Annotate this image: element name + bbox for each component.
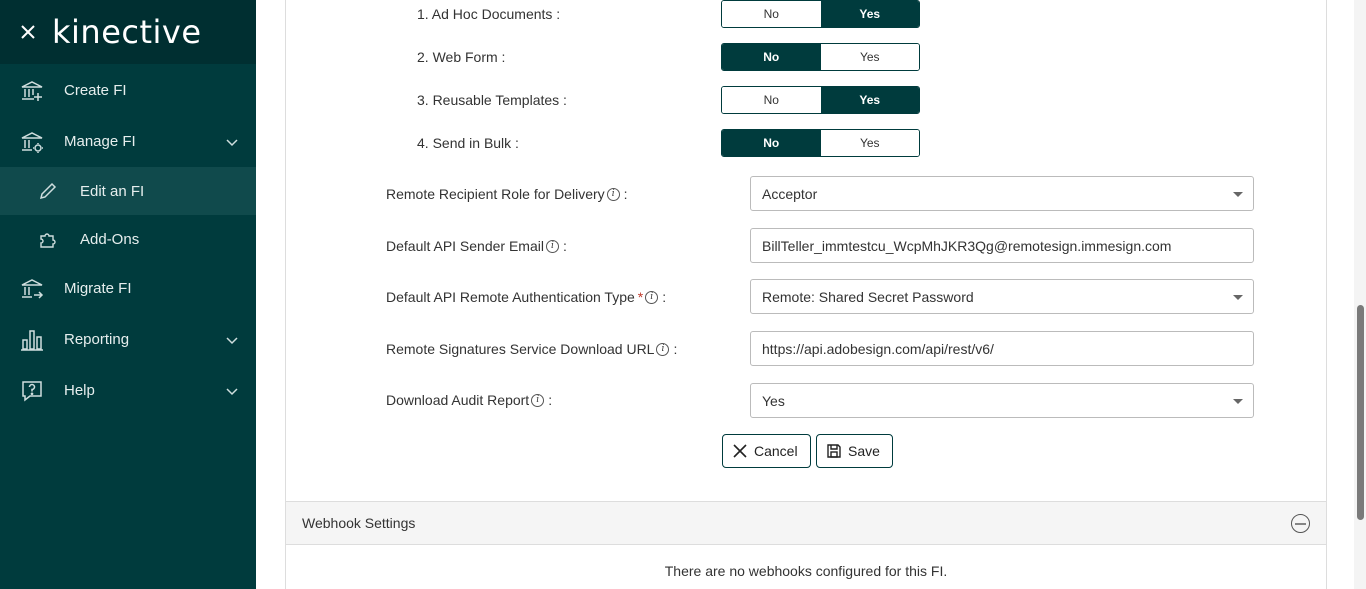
sidebar-item-migrate-fi[interactable]: Migrate FI	[0, 263, 256, 314]
sidebar-item-label: Reporting	[64, 331, 130, 348]
recipient-role-select[interactable]: Acceptor	[750, 176, 1254, 211]
recipient-role-label: Remote Recipient Role for Delivery i :	[386, 186, 628, 202]
chevron-down-icon	[226, 332, 238, 349]
close-icon[interactable]	[0, 0, 56, 64]
ad-hoc-no-option[interactable]: No	[722, 1, 821, 27]
sidebar-item-add-ons[interactable]: Add-Ons	[0, 215, 256, 263]
reusable-templates-toggle[interactable]: No Yes	[721, 86, 920, 114]
web-form-yes-option[interactable]: Yes	[820, 44, 919, 70]
auth-type-label: Default API Remote Authentication Type *…	[386, 289, 667, 305]
chevron-down-icon	[226, 134, 238, 151]
send-in-bulk-no-option[interactable]: No	[722, 130, 821, 156]
dropdown-caret-icon	[1233, 295, 1243, 300]
ad-hoc-yes-option[interactable]: Yes	[820, 1, 919, 27]
sidebar-item-label: Edit an FI	[80, 182, 145, 200]
main-content: 1. Ad Hoc Documents : No Yes 2. Web Form…	[256, 0, 1354, 589]
dropdown-caret-icon	[1233, 192, 1243, 197]
pencil-icon	[38, 181, 58, 201]
floppy-disk-icon	[827, 444, 841, 458]
sidebar-item-reporting[interactable]: Reporting	[0, 314, 256, 365]
scrollbar-thumb[interactable]	[1357, 305, 1364, 520]
reusable-templates-yes-option[interactable]: Yes	[820, 87, 919, 113]
info-icon[interactable]: i	[531, 393, 545, 407]
sidebar-item-edit-fi[interactable]: Edit an FI	[0, 167, 256, 215]
download-url-label: Remote Signatures Service Download URL i…	[386, 341, 678, 357]
info-icon[interactable]: i	[645, 290, 659, 304]
kinective-logo: kinective	[52, 13, 202, 51]
download-url-input[interactable]: https://api.adobesign.com/api/rest/v6/	[750, 331, 1254, 366]
reusable-templates-no-option[interactable]: No	[722, 87, 821, 113]
send-in-bulk-yes-option[interactable]: Yes	[820, 130, 919, 156]
save-button[interactable]: Save	[816, 434, 893, 468]
web-form-label: 2. Web Form :	[417, 49, 506, 65]
sidebar-item-label: Add-Ons	[80, 230, 140, 248]
bank-add-icon	[20, 79, 44, 103]
sidebar-item-label: Migrate FI	[64, 280, 132, 297]
required-marker: *	[637, 289, 644, 305]
bank-arrow-icon	[20, 277, 44, 301]
sidebar-item-create-fi[interactable]: Create FI	[0, 65, 256, 116]
sender-email-label: Default API Sender Email i :	[386, 238, 567, 254]
page-scrollbar[interactable]	[1354, 0, 1366, 589]
sidebar-item-manage-fi[interactable]: Manage FI	[0, 116, 256, 167]
ad-hoc-documents-label: 1. Ad Hoc Documents :	[417, 6, 561, 22]
sidebar-item-label: Help	[64, 382, 95, 399]
web-form-toggle[interactable]: No Yes	[721, 43, 920, 71]
audit-report-label: Download Audit Report i :	[386, 392, 553, 408]
webhook-settings-header[interactable]: Webhook Settings	[286, 501, 1326, 545]
puzzle-icon	[38, 229, 58, 249]
sidebar-item-label: Create FI	[64, 82, 127, 99]
info-icon[interactable]: i	[656, 342, 670, 356]
webhooks-empty-message: There are no webhooks configured for thi…	[664, 563, 948, 579]
info-icon[interactable]: i	[545, 239, 559, 253]
sidebar: kinective Create FI Manage FI Edit an FI…	[0, 0, 256, 589]
reusable-templates-label: 3. Reusable Templates :	[417, 92, 567, 108]
auth-type-select[interactable]: Remote: Shared Secret Password	[750, 279, 1254, 314]
bank-gear-icon	[20, 130, 44, 154]
close-icon	[733, 444, 747, 458]
send-in-bulk-toggle[interactable]: No Yes	[721, 129, 920, 157]
chevron-down-icon	[226, 383, 238, 400]
collapse-icon[interactable]	[1291, 514, 1310, 533]
cancel-button[interactable]: Cancel	[722, 434, 811, 468]
sidebar-item-help[interactable]: Help	[0, 365, 256, 416]
bar-chart-icon	[20, 328, 44, 352]
web-form-no-option[interactable]: No	[722, 44, 821, 70]
sidebar-item-label: Manage FI	[64, 133, 136, 150]
info-icon[interactable]: i	[606, 187, 620, 201]
ad-hoc-documents-toggle[interactable]: No Yes	[721, 0, 920, 28]
sidebar-header: kinective	[0, 0, 256, 64]
settings-panel: 1. Ad Hoc Documents : No Yes 2. Web Form…	[285, 0, 1327, 589]
sender-email-input[interactable]: BillTeller_immtestcu_WcpMhJKR3Qg@remotes…	[750, 228, 1254, 263]
dropdown-caret-icon	[1233, 399, 1243, 404]
help-icon	[20, 379, 44, 403]
audit-report-select[interactable]: Yes	[750, 383, 1254, 418]
webhook-settings-title: Webhook Settings	[302, 515, 416, 531]
send-in-bulk-label: 4. Send in Bulk :	[417, 135, 519, 151]
